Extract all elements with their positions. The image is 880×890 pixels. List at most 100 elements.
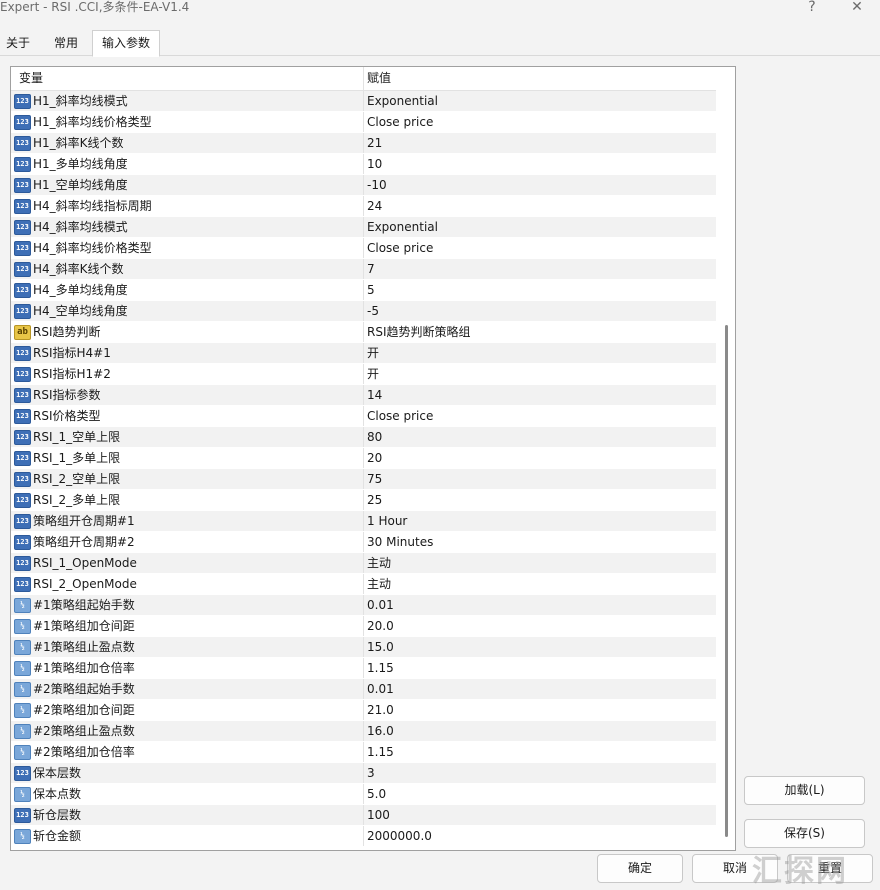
parameter-value[interactable]: 1 Hour xyxy=(367,511,407,531)
tab-common[interactable]: 常用 xyxy=(46,32,86,55)
parameter-row[interactable]: 123 RSI指标H4#1 开 xyxy=(11,343,716,364)
parameter-row[interactable]: 123 RSI指标H1#2 开 xyxy=(11,364,716,385)
tab-about[interactable]: 关于 xyxy=(0,32,36,55)
close-button[interactable]: ✕ xyxy=(846,0,868,16)
parameter-row[interactable]: 123 策略组开仓周期#1 1 Hour xyxy=(11,511,716,532)
parameter-value[interactable]: RSI趋势判断策略组 xyxy=(367,322,471,342)
parameter-row[interactable]: 123 H1_斜率均线模式 Exponential xyxy=(11,91,716,112)
integer-type-icon: 123 xyxy=(14,451,31,466)
parameter-value[interactable]: 主动 xyxy=(367,574,391,594)
double-type-icon: ½ xyxy=(14,829,31,844)
parameter-value[interactable]: 5 xyxy=(367,280,375,300)
integer-type-icon: 123 xyxy=(14,808,31,823)
input-parameters-grid: 变量 赋值 123 H1_斜率均线模式 Exponential 123 H1_斜率均线价… xyxy=(10,66,736,851)
integer-type-icon: 123 xyxy=(14,430,31,445)
parameter-row[interactable]: 123 H1_空单均线角度 -10 xyxy=(11,175,716,196)
parameter-value[interactable]: 2000000.0 xyxy=(367,826,432,846)
parameter-value[interactable]: Close price xyxy=(367,406,433,426)
parameter-row[interactable]: ½ #1策略组止盈点数 15.0 xyxy=(11,637,716,658)
header-value[interactable]: 赋值 xyxy=(367,67,391,90)
parameter-row[interactable]: 123 H1_多单均线角度 10 xyxy=(11,154,716,175)
load-button[interactable]: 加载(L) xyxy=(744,776,865,805)
save-button[interactable]: 保存(S) xyxy=(744,819,865,848)
parameter-row[interactable]: ½ 斩仓金额 2000000.0 xyxy=(11,826,716,847)
help-button[interactable]: ? xyxy=(801,0,823,16)
parameter-value[interactable]: 7 xyxy=(367,259,375,279)
parameter-row[interactable]: 123 RSI_2_多单上限 25 xyxy=(11,490,716,511)
parameter-row[interactable]: 123 RSI_1_空单上限 80 xyxy=(11,427,716,448)
parameter-value[interactable]: 开 xyxy=(367,343,379,363)
parameter-row[interactable]: 123 H4_斜率均线价格类型 Close price xyxy=(11,238,716,259)
parameter-value[interactable]: 30 Minutes xyxy=(367,532,433,552)
parameter-value[interactable]: -10 xyxy=(367,175,387,195)
parameter-value[interactable]: 24 xyxy=(367,196,382,216)
cell-divider xyxy=(363,805,364,825)
parameter-value[interactable]: 21.0 xyxy=(367,700,394,720)
parameter-row[interactable]: ab RSI趋势判断 RSI趋势判断策略组 xyxy=(11,322,716,343)
parameter-row[interactable]: ½ #2策略组加仓倍率 1.15 xyxy=(11,742,716,763)
parameter-row[interactable]: 123 H4_斜率均线模式 Exponential xyxy=(11,217,716,238)
cell-divider xyxy=(363,259,364,279)
parameter-row[interactable]: 123 H4_多单均线角度 5 xyxy=(11,280,716,301)
parameter-value[interactable]: Close price xyxy=(367,238,433,258)
parameter-name: 策略组开仓周期#1 xyxy=(33,514,135,528)
parameter-value[interactable]: 1.15 xyxy=(367,658,394,678)
parameter-row[interactable]: ½ 保本点数 5.0 xyxy=(11,784,716,805)
string-type-icon: ab xyxy=(14,325,31,340)
parameter-row[interactable]: 123 H1_斜率K线个数 21 xyxy=(11,133,716,154)
parameter-row[interactable]: ½ #2策略组加仓间距 21.0 xyxy=(11,700,716,721)
parameter-row[interactable]: ½ #1策略组起始手数 0.01 xyxy=(11,595,716,616)
parameter-value[interactable]: 16.0 xyxy=(367,721,394,741)
vertical-scrollbar[interactable] xyxy=(718,67,734,850)
integer-type-icon: 123 xyxy=(14,178,31,193)
parameter-row[interactable]: 123 H4_斜率K线个数 7 xyxy=(11,259,716,280)
parameter-value[interactable]: 21 xyxy=(367,133,382,153)
parameter-value[interactable]: 14 xyxy=(367,385,382,405)
parameter-value[interactable]: Exponential xyxy=(367,217,438,237)
parameter-row[interactable]: 123 H1_斜率均线价格类型 Close price xyxy=(11,112,716,133)
parameter-value[interactable]: -5 xyxy=(367,301,379,321)
header-divider[interactable] xyxy=(363,67,364,90)
parameter-value[interactable]: Exponential xyxy=(367,91,438,111)
parameter-value[interactable]: 75 xyxy=(367,469,382,489)
parameter-row[interactable]: 123 RSI_1_多单上限 20 xyxy=(11,448,716,469)
parameter-row[interactable]: ½ #2策略组止盈点数 16.0 xyxy=(11,721,716,742)
parameter-row[interactable]: ½ #2策略组起始手数 0.01 xyxy=(11,679,716,700)
parameter-value[interactable]: 0.01 xyxy=(367,595,394,615)
parameter-name: H1_斜率均线模式 xyxy=(33,94,128,108)
parameter-name: RSI_2_空单上限 xyxy=(33,472,121,486)
parameter-name: #2策略组加仓间距 xyxy=(33,703,135,717)
parameter-value[interactable]: 1.15 xyxy=(367,742,394,762)
parameter-value[interactable]: 0.01 xyxy=(367,679,394,699)
scrollbar-thumb[interactable] xyxy=(725,325,728,837)
parameter-row[interactable]: 123 RSI_2_OpenMode 主动 xyxy=(11,574,716,595)
parameter-row[interactable]: 123 RSI指标参数 14 xyxy=(11,385,716,406)
header-variable[interactable]: 变量 xyxy=(19,67,43,90)
parameter-value[interactable]: 3 xyxy=(367,763,375,783)
parameter-value[interactable]: 20 xyxy=(367,448,382,468)
parameter-value[interactable]: 10 xyxy=(367,154,382,174)
parameter-row[interactable]: 123 RSI_1_OpenMode 主动 xyxy=(11,553,716,574)
parameter-row[interactable]: 123 RSI_2_空单上限 75 xyxy=(11,469,716,490)
tab-inputs[interactable]: 输入参数 xyxy=(92,30,160,57)
parameter-value[interactable]: 80 xyxy=(367,427,382,447)
ok-button[interactable]: 确定 xyxy=(597,854,683,883)
parameter-row[interactable]: 123 H4_斜率均线指标周期 24 xyxy=(11,196,716,217)
integer-type-icon: 123 xyxy=(14,409,31,424)
parameter-value[interactable]: Close price xyxy=(367,112,433,132)
parameter-row[interactable]: 123 策略组开仓周期#2 30 Minutes xyxy=(11,532,716,553)
parameter-value[interactable]: 主动 xyxy=(367,553,391,573)
parameter-row[interactable]: 123 斩仓层数 100 xyxy=(11,805,716,826)
parameter-row[interactable]: 123 H4_空单均线角度 -5 xyxy=(11,301,716,322)
parameter-value[interactable]: 15.0 xyxy=(367,637,394,657)
parameter-row[interactable]: 123 保本层数 3 xyxy=(11,763,716,784)
parameter-value[interactable]: 25 xyxy=(367,490,382,510)
parameter-value[interactable]: 开 xyxy=(367,364,379,384)
parameter-row[interactable]: ½ #1策略组加仓间距 20.0 xyxy=(11,616,716,637)
grid-header: 变量 赋值 xyxy=(11,67,716,91)
parameter-value[interactable]: 20.0 xyxy=(367,616,394,636)
parameter-row[interactable]: 123 RSI价格类型 Close price xyxy=(11,406,716,427)
parameter-value[interactable]: 100 xyxy=(367,805,390,825)
parameter-value[interactable]: 5.0 xyxy=(367,784,386,804)
parameter-row[interactable]: ½ #1策略组加仓倍率 1.15 xyxy=(11,658,716,679)
